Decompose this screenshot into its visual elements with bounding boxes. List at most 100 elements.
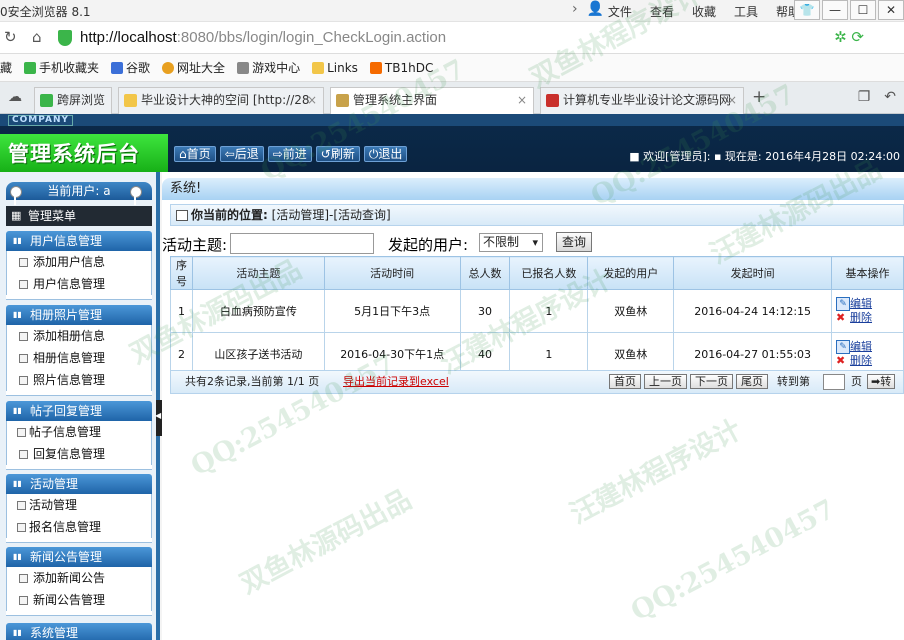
sidebar-item-signup-manage[interactable]: 报名信息管理: [6, 516, 152, 538]
user-select[interactable]: 不限制: [479, 233, 543, 252]
back-button[interactable]: ⇦后退: [219, 146, 264, 162]
delete-icon: ✖: [836, 354, 846, 367]
app-header: COMPANY 管理系统后台 ⌂首页 ⇦后退 ⇨前进 ↺刷新 ⏻退出 ■ 欢迎[…: [0, 114, 904, 172]
brand-title: 管理系统后台: [8, 142, 140, 166]
sidebar-item-album-manage[interactable]: 相册信息管理: [6, 347, 152, 369]
delete-link[interactable]: ✖ 删除: [836, 354, 903, 368]
welcome-status: ■ 欢迎[管理员]: ▪ 现在是: 2016年4月28日 02:24:00: [629, 150, 900, 163]
group-header[interactable]: 帖子回复管理: [6, 401, 152, 421]
delete-icon: ✖: [836, 311, 846, 324]
close-window-button[interactable]: ✕: [878, 0, 904, 20]
tab-list-icon[interactable]: ❐: [858, 89, 871, 105]
group-header[interactable]: 活动管理: [6, 474, 152, 494]
pager-buttons: 首页 上一页 下一页 尾页: [609, 374, 768, 389]
col-header-index: 序号: [170, 256, 193, 290]
shield-icon: [58, 30, 72, 46]
sidebar-item-user-manage[interactable]: 用户信息管理: [6, 273, 152, 295]
gamepad-icon: [237, 61, 250, 74]
sidebar-item-news-manage[interactable]: 新闻公告管理: [6, 589, 152, 611]
sidebar-item-photo-manage[interactable]: 照片信息管理: [6, 369, 152, 391]
edit-link[interactable]: ✎ 编辑: [836, 340, 903, 354]
bookmark-item[interactable]: Links: [312, 61, 358, 75]
header-nav: ⌂首页 ⇦后退 ⇨前进 ↺刷新 ⏻退出: [174, 146, 408, 162]
home-button[interactable]: ⌂首页: [174, 146, 216, 162]
minimize-button[interactable]: —: [822, 0, 848, 20]
forward-button[interactable]: ⇨前进: [267, 146, 312, 162]
edit-link[interactable]: ✎ 编辑: [836, 297, 903, 311]
chevron-right-icon[interactable]: › 👤: [572, 1, 604, 17]
breadcrumb: 你当前的位置: [活动管理]-[活动查询]: [170, 204, 904, 226]
cell-signed: 1: [509, 289, 589, 333]
cell-user: 双鱼林: [587, 289, 675, 333]
search-row: 活动主题: 发起的用户: 不限制 查询: [162, 232, 904, 256]
prev-page-button[interactable]: 上一页: [644, 374, 687, 389]
tab-admin-main[interactable]: 管理系统主界面 ×: [330, 87, 534, 115]
sidebar-item-add-user[interactable]: 添加用户信息: [6, 251, 152, 273]
cell-total: 30: [459, 289, 511, 333]
refresh-icon[interactable]: ↻: [4, 28, 17, 46]
menu-file[interactable]: 文件: [608, 3, 632, 20]
delete-link[interactable]: ✖ 删除: [836, 311, 903, 325]
phone-icon: [24, 61, 37, 74]
sidebar-item-post-manage[interactable]: 帖子信息管理: [6, 421, 152, 443]
menu-tools[interactable]: 工具: [734, 3, 758, 20]
bookmark-item[interactable]: TB1hDC: [369, 61, 433, 75]
close-icon[interactable]: ×: [517, 88, 527, 113]
cell-index: 1: [170, 289, 193, 333]
bookmark-item[interactable]: 手机收藏夹: [24, 59, 99, 76]
brand-block: 管理系统后台: [0, 134, 168, 172]
sidebar-item-activity-manage[interactable]: 活动管理: [6, 494, 152, 516]
sidebar-item-add-album[interactable]: 添加相册信息: [6, 325, 152, 347]
group-header[interactable]: 新闻公告管理: [6, 547, 152, 567]
record-info: 共有2条记录,当前第 1/1 页: [185, 375, 320, 388]
page-icon: [336, 94, 349, 107]
next-page-button[interactable]: 下一页: [690, 374, 733, 389]
sidebar-item-add-news[interactable]: 添加新闻公告: [6, 567, 152, 589]
tab-blog[interactable]: 毕业设计大神的空间 [http://28 ×: [118, 87, 324, 114]
phone-icon: [40, 94, 53, 107]
cloud-icon[interactable]: ☁: [8, 89, 22, 105]
undo-icon[interactable]: ↶: [884, 89, 896, 105]
sidebar-item-reply-manage[interactable]: 回复信息管理: [6, 443, 152, 465]
tab-cross-screen[interactable]: 跨屏浏览: [34, 87, 112, 114]
cell-ops: ✎ 编辑 ✖ 删除: [831, 289, 904, 333]
refresh-button[interactable]: ↺刷新: [315, 146, 360, 162]
col-header-ops: 基本操作: [831, 256, 904, 290]
speed-icon[interactable]: ✲ ⟳: [834, 28, 864, 46]
user-label: 发起的用户:: [388, 236, 469, 254]
first-page-button[interactable]: 首页: [609, 374, 641, 389]
bookmark-item[interactable]: 藏: [0, 59, 12, 76]
group-header[interactable]: 相册照片管理: [6, 305, 152, 325]
topic-label: 活动主题:: [162, 236, 228, 254]
bookmark-item[interactable]: 网址大全: [162, 59, 225, 76]
bookmark-item[interactable]: 谷歌: [111, 59, 150, 76]
shirt-icon[interactable]: 👕: [794, 0, 820, 20]
bookmark-item[interactable]: 游戏中心: [237, 59, 300, 76]
export-excel-link[interactable]: 导出当前记录到excel: [343, 371, 449, 393]
goto-button[interactable]: ➡转: [867, 374, 896, 389]
position-label: 你当前的位置:: [191, 208, 268, 222]
group-header[interactable]: 用户信息管理: [6, 231, 152, 251]
url-input[interactable]: http://localhost:8080/bbs/login/login_Ch…: [80, 29, 446, 46]
menu-view[interactable]: 查看: [650, 3, 674, 20]
col-header-topic: 活动主题: [191, 256, 325, 290]
position-value: [活动管理]-[活动查询]: [271, 208, 391, 222]
page-number-input[interactable]: [823, 374, 845, 390]
close-icon[interactable]: ×: [727, 88, 737, 113]
logout-button[interactable]: ⏻退出: [363, 146, 408, 162]
header-strip: [0, 114, 904, 126]
pin-icon: [130, 186, 142, 206]
new-tab-button[interactable]: +: [752, 87, 766, 107]
col-header-created: 发起时间: [673, 256, 833, 290]
home-icon[interactable]: ⌂: [32, 28, 42, 46]
group-header[interactable]: 系统管理: [6, 623, 152, 640]
menu-favorites[interactable]: 收藏: [692, 3, 716, 20]
group-activity: 活动管理 活动管理 报名信息管理: [6, 474, 152, 543]
close-icon[interactable]: ×: [307, 88, 317, 113]
query-button[interactable]: 查询: [556, 232, 592, 252]
last-page-button[interactable]: 尾页: [736, 374, 768, 389]
pin-icon: [10, 186, 22, 206]
tab-thesis-site[interactable]: 计算机专业毕业设计论文源码网 ×: [540, 87, 744, 114]
topic-input[interactable]: [230, 233, 374, 254]
maximize-button[interactable]: ☐: [850, 0, 876, 20]
